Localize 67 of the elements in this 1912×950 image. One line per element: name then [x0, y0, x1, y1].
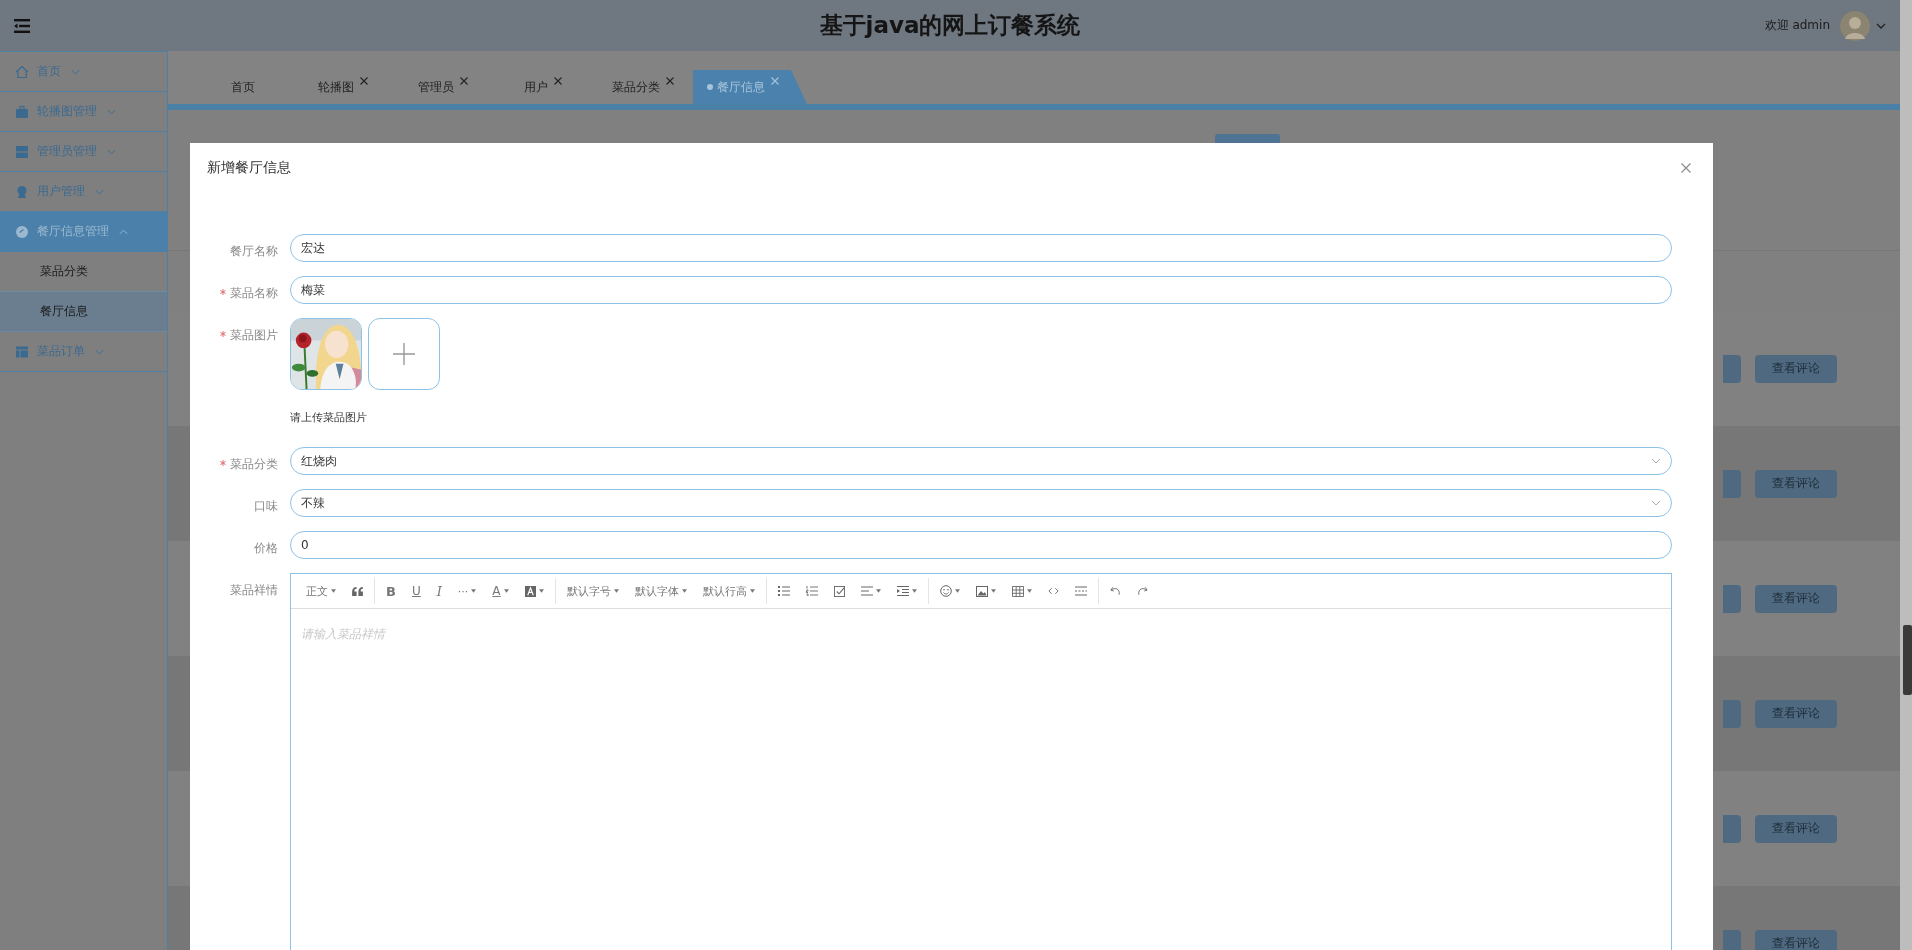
upload-button[interactable] — [368, 318, 440, 390]
plus-icon — [393, 343, 415, 365]
underline-button[interactable]: U — [403, 579, 429, 603]
menu-icon[interactable] — [14, 18, 30, 33]
view-comments-button[interactable]: 查看评论 — [1755, 814, 1837, 843]
align-icon — [860, 586, 873, 596]
indent-icon — [896, 586, 909, 596]
field-label: 价格 — [254, 541, 278, 555]
table-icon — [1011, 585, 1024, 597]
briefcase-icon — [15, 104, 29, 119]
user-icon — [15, 184, 29, 199]
tab[interactable]: 管理员 — [393, 70, 493, 104]
close-icon[interactable] — [360, 77, 368, 85]
tab[interactable]: 轮播图 — [293, 70, 393, 104]
view-comments-button[interactable]: 查看评论 — [1755, 929, 1837, 950]
redo-icon — [1136, 586, 1148, 596]
undo-icon — [1109, 586, 1121, 596]
close-icon[interactable] — [666, 77, 674, 85]
sidebar-subitem[interactable]: 餐厅信息 — [0, 292, 167, 332]
checkbox-icon — [833, 585, 845, 597]
app-title: 基于java的网上订餐系统 — [819, 11, 1081, 40]
italic-button[interactable]: I — [428, 579, 450, 603]
format-menu[interactable]: 默认字体 — [626, 579, 695, 603]
field-label: 菜品名称 — [230, 286, 278, 300]
numbered-list-icon — [805, 586, 818, 596]
format-menu[interactable]: ··· — [449, 579, 485, 603]
font-color-button[interactable]: A — [484, 579, 517, 603]
field-label: 菜品图片 — [230, 328, 278, 342]
format-menu[interactable]: 正文 — [298, 579, 344, 603]
view-comments-button[interactable]: 查看评论 — [1755, 699, 1837, 728]
quote-icon — [352, 586, 363, 596]
layout-icon — [15, 344, 29, 359]
tab[interactable]: 首页 — [193, 70, 293, 104]
tab[interactable]: 餐厅信息 — [693, 70, 807, 104]
view-comments-button[interactable]: 查看评论 — [1755, 584, 1837, 613]
dialog-title: 新增餐厅信息 — [207, 159, 291, 177]
close-icon[interactable] — [460, 77, 468, 85]
chevron-down-icon[interactable] — [1876, 22, 1886, 29]
server-icon — [15, 144, 29, 159]
tab[interactable]: 菜品分类 — [593, 70, 693, 104]
code-icon — [1047, 587, 1059, 595]
active-dot-icon — [707, 84, 713, 90]
house-icon — [15, 64, 29, 79]
bold-button[interactable]: B — [378, 579, 404, 603]
upload-hint: 请上传菜品图片 — [290, 410, 368, 425]
smiley-icon — [939, 585, 952, 597]
tab[interactable]: 用户 — [493, 70, 593, 104]
format-menu[interactable]: 默认字号 — [558, 579, 627, 603]
check-circle-icon — [15, 224, 29, 239]
view-comments-button[interactable]: 查看评论 — [1755, 469, 1837, 498]
close-icon[interactable] — [554, 77, 562, 85]
highlight-icon — [524, 585, 536, 597]
field-label: 菜品祥情 — [230, 583, 278, 597]
field-label: 餐厅名称 — [230, 244, 278, 258]
avatar[interactable] — [1840, 10, 1870, 41]
scrollbar[interactable] — [1900, 0, 1912, 950]
close-icon[interactable] — [1681, 163, 1691, 173]
bullet-list-icon — [777, 586, 790, 596]
welcome-text: 欢迎 admin — [1764, 17, 1830, 34]
field-label: 菜品分类 — [230, 457, 278, 471]
image-icon — [975, 585, 988, 597]
chevron-down-icon — [1651, 500, 1661, 506]
chevron-down-icon — [1651, 458, 1661, 464]
divider-icon — [1074, 586, 1087, 596]
view-comments-button[interactable]: 查看评论 — [1755, 354, 1837, 383]
field-label: 口味 — [254, 499, 278, 513]
format-menu[interactable]: 默认行高 — [694, 579, 763, 603]
